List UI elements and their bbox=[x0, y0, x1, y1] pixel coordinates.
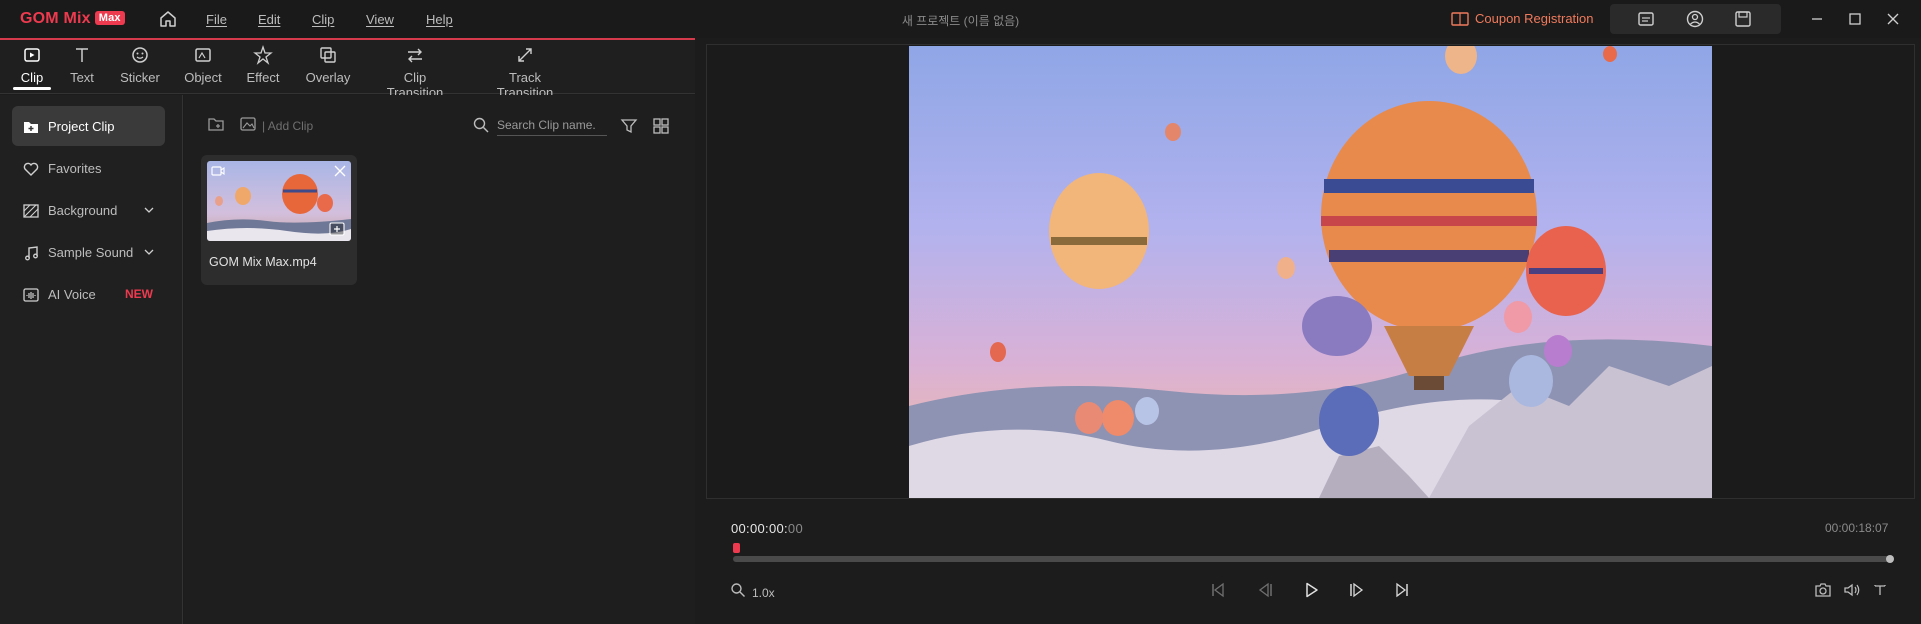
account-icon[interactable] bbox=[1686, 10, 1704, 28]
tab-track-transition[interactable]: Track Transition bbox=[480, 40, 570, 100]
go-to-start-icon[interactable] bbox=[1208, 580, 1228, 600]
filter-icon[interactable] bbox=[620, 117, 638, 135]
object-icon bbox=[195, 48, 211, 62]
tab-effect[interactable]: Effect bbox=[240, 40, 286, 94]
video-type-icon bbox=[211, 166, 225, 176]
media-tabs: Clip Text Sticker Object Effect Overlay … bbox=[0, 40, 695, 100]
grid-view-icon[interactable] bbox=[652, 117, 670, 135]
tab-clip-transition[interactable]: Clip Transition bbox=[375, 40, 455, 100]
zoom-icon[interactable] bbox=[730, 582, 746, 598]
total-duration: 00:00:18:07 bbox=[1825, 521, 1889, 535]
title-bar: GOM Mix Max File Edit Clip View Help 새 프로… bbox=[0, 0, 1921, 38]
tab-label: Sticker bbox=[120, 70, 160, 85]
tab-label: Effect bbox=[246, 70, 280, 85]
clip-thumbnail bbox=[207, 161, 351, 241]
sidebar-item-label: Project Clip bbox=[48, 119, 115, 134]
tab-clip[interactable]: Clip bbox=[13, 40, 51, 94]
clip-name: GOM Mix Max.mp4 bbox=[209, 255, 317, 269]
clip-icon bbox=[24, 48, 40, 62]
tab-label: Object bbox=[184, 70, 222, 85]
add-folder-icon[interactable] bbox=[207, 115, 225, 133]
go-to-end-icon[interactable] bbox=[1392, 580, 1412, 600]
sidebar: Project Clip Favorites Background Sample… bbox=[0, 95, 183, 624]
sidebar-item-label: Background bbox=[48, 203, 118, 218]
playhead-handle[interactable] bbox=[733, 543, 740, 553]
seek-bar[interactable] bbox=[733, 556, 1890, 562]
folder-plus-icon bbox=[24, 122, 38, 133]
snapshot-camera-icon[interactable] bbox=[1814, 581, 1832, 599]
new-badge: NEW bbox=[125, 287, 153, 301]
remove-clip-icon[interactable] bbox=[333, 164, 347, 178]
seek-end-marker bbox=[1886, 555, 1894, 563]
sidebar-item-background[interactable]: Background bbox=[12, 190, 165, 230]
sidebar-item-project-clip[interactable]: Project Clip bbox=[12, 106, 165, 146]
zoom-level[interactable]: 1.0x bbox=[752, 586, 775, 600]
sidebar-item-favorites[interactable]: Favorites bbox=[12, 148, 165, 188]
previous-frame-icon[interactable] bbox=[1256, 580, 1276, 600]
coupon-registration-link[interactable]: Coupon Registration bbox=[1475, 11, 1594, 26]
clip-transition-icon bbox=[408, 48, 422, 63]
subtitle-icon[interactable] bbox=[1637, 10, 1655, 28]
add-image-icon[interactable] bbox=[239, 115, 257, 133]
track-transition-icon bbox=[518, 48, 532, 62]
tab-label: Clip bbox=[20, 70, 44, 85]
video-frame bbox=[909, 46, 1712, 498]
current-timecode: 00:00:00:00 bbox=[731, 521, 803, 536]
video-preview[interactable] bbox=[909, 46, 1712, 498]
sidebar-item-label: Sample Sound bbox=[48, 245, 134, 260]
overlay-icon bbox=[320, 47, 336, 63]
text-icon bbox=[76, 48, 88, 62]
close-icon[interactable] bbox=[1884, 10, 1902, 28]
minimize-icon[interactable] bbox=[1808, 10, 1826, 28]
tab-sticker[interactable]: Sticker bbox=[115, 40, 165, 94]
heart-icon bbox=[23, 162, 39, 176]
maximize-icon[interactable] bbox=[1846, 10, 1864, 28]
sidebar-item-ai-voice[interactable]: AI Voice NEW bbox=[12, 274, 165, 314]
save-icon[interactable] bbox=[1734, 10, 1752, 28]
play-icon[interactable] bbox=[1301, 580, 1321, 600]
sidebar-item-label: Favorites bbox=[48, 161, 102, 176]
volume-icon[interactable] bbox=[1843, 581, 1861, 599]
effect-icon bbox=[253, 44, 273, 65]
ai-voice-icon bbox=[23, 288, 39, 302]
clip-card[interactable]: GOM Mix Max.mp4 bbox=[201, 155, 357, 285]
sidebar-item-label: AI Voice bbox=[48, 287, 96, 302]
chevron-down-icon[interactable] bbox=[143, 204, 155, 216]
add-clip-button[interactable]: | Add Clip bbox=[262, 119, 313, 133]
tab-text[interactable]: Text bbox=[63, 40, 101, 94]
tab-object[interactable]: Object bbox=[180, 40, 226, 94]
toolbar-group bbox=[1610, 4, 1781, 34]
next-frame-icon[interactable] bbox=[1346, 580, 1366, 600]
chevron-down-icon[interactable] bbox=[143, 246, 155, 258]
search-clip-input[interactable] bbox=[497, 114, 607, 136]
expand-icon[interactable] bbox=[1871, 581, 1889, 599]
coupon-icon bbox=[1451, 12, 1469, 26]
search-icon bbox=[473, 117, 489, 133]
tab-label: Text bbox=[70, 70, 94, 85]
tab-label: Overlay bbox=[305, 70, 351, 85]
sidebar-item-sample-sound[interactable]: Sample Sound bbox=[12, 232, 165, 272]
sticker-icon bbox=[132, 47, 148, 63]
tab-overlay[interactable]: Overlay bbox=[305, 40, 351, 94]
music-note-icon bbox=[25, 246, 38, 261]
background-icon bbox=[23, 204, 39, 218]
add-to-timeline-icon[interactable] bbox=[329, 222, 345, 236]
